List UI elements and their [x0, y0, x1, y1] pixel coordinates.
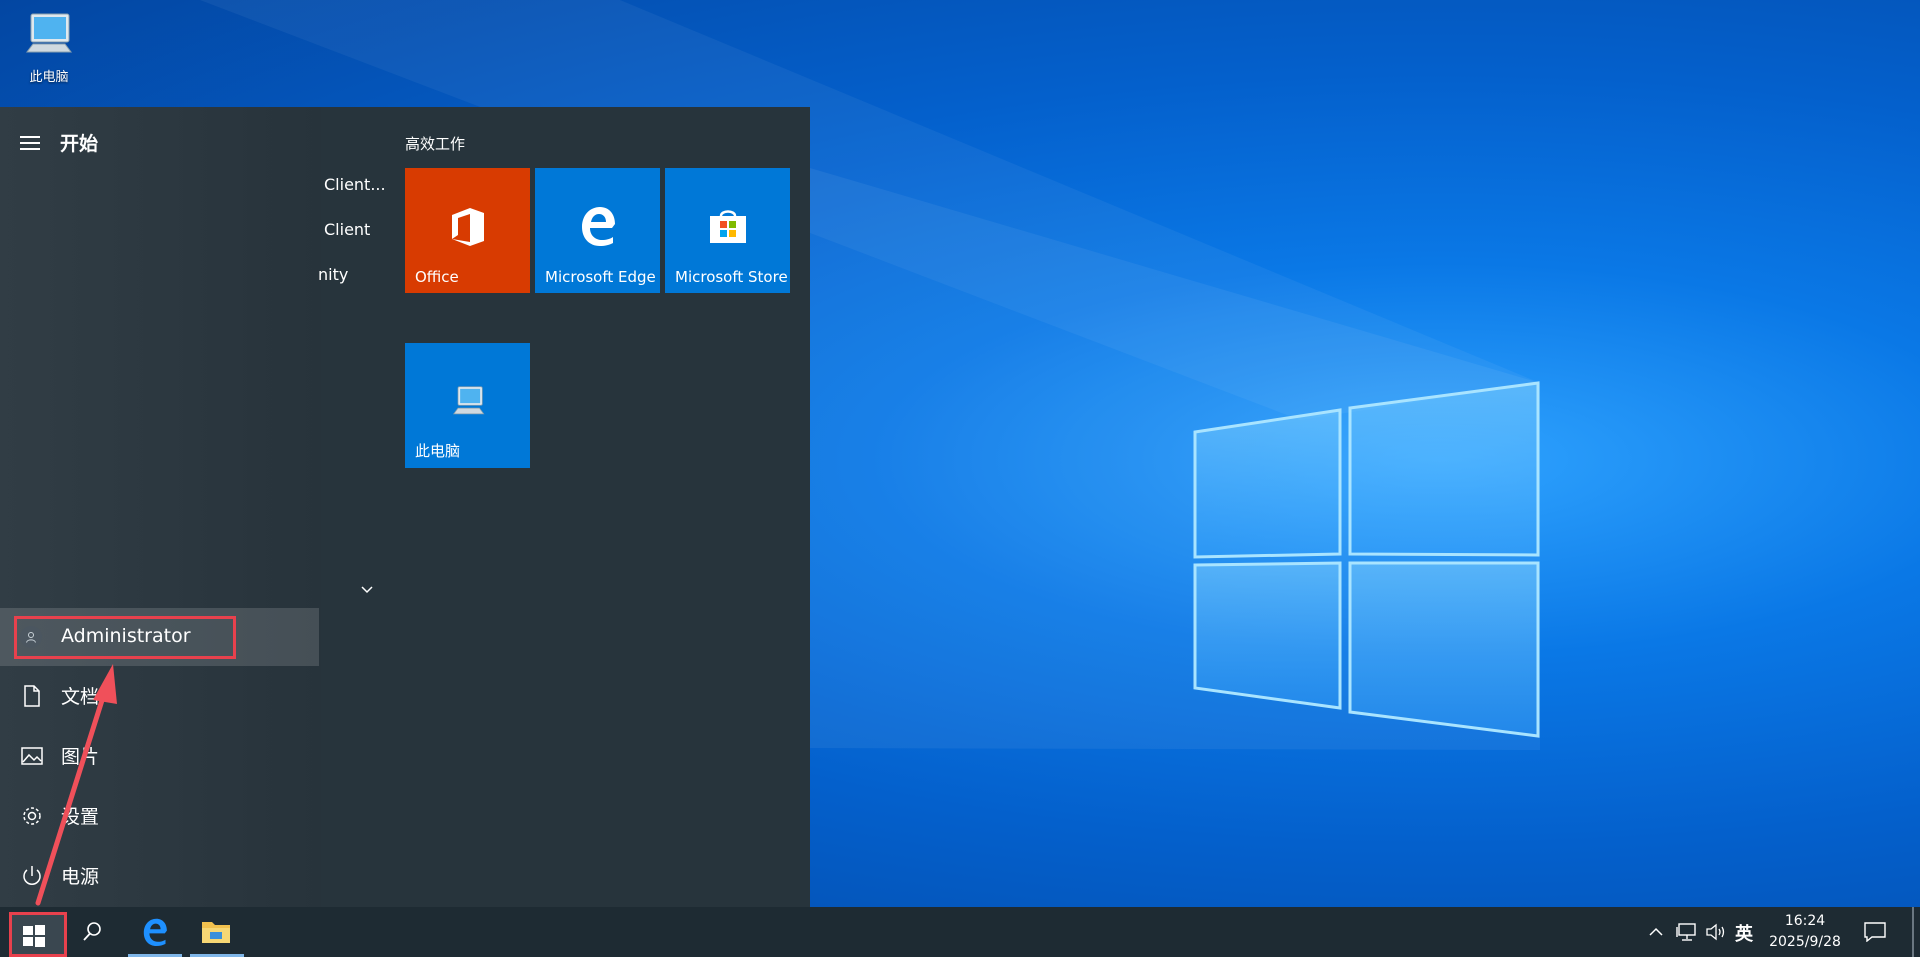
- chevron-down-icon[interactable]: [360, 585, 374, 595]
- clock-date: 2025/9/28: [1769, 934, 1841, 950]
- volume-icon[interactable]: [1705, 922, 1727, 942]
- clock[interactable]: 16:24 2025/9/28: [1768, 911, 1842, 953]
- show-desktop-button[interactable]: [1912, 907, 1914, 957]
- start-item-label: 电源: [61, 866, 100, 888]
- tile-group-title: 高效工作: [405, 135, 466, 153]
- power-icon: [23, 866, 41, 885]
- start-item-label: 设置: [61, 806, 100, 828]
- tile-office[interactable]: Office: [405, 168, 530, 293]
- document-icon: [24, 685, 40, 707]
- hamburger-menu-icon[interactable]: [20, 136, 40, 150]
- taskbar-file-explorer[interactable]: [186, 907, 248, 957]
- tile-microsoft-store[interactable]: Microsoft Store: [665, 168, 790, 293]
- app-list-item[interactable]: nity: [318, 265, 348, 284]
- edge-icon: [582, 207, 615, 246]
- tile-label: Microsoft Edge: [545, 268, 656, 286]
- start-item-settings[interactable]: 设置: [0, 787, 319, 845]
- start-item-documents[interactable]: 文档: [0, 667, 319, 725]
- search-button[interactable]: [62, 907, 124, 957]
- start-menu: 开始 Client... Client nity 高效工作 Office Mic…: [0, 107, 810, 907]
- start-item-label: 文档: [61, 686, 100, 708]
- edge-icon: [143, 918, 167, 946]
- network-icon[interactable]: [1676, 922, 1698, 942]
- office-icon: [452, 208, 484, 246]
- clock-time: 16:24: [1784, 913, 1826, 929]
- store-icon: [710, 210, 746, 243]
- taskbar: 英 16:24 2025/9/28: [0, 907, 1920, 957]
- user-name: Administrator: [61, 625, 191, 647]
- start-menu-title: 开始: [60, 133, 99, 155]
- start-item-pictures[interactable]: 图片: [0, 727, 319, 785]
- taskbar-edge[interactable]: [124, 907, 186, 957]
- ime-indicator[interactable]: 英: [1735, 920, 1753, 946]
- search-icon: [83, 922, 101, 941]
- desktop-icon-this-pc[interactable]: 此电脑: [14, 8, 84, 85]
- tile-label: Office: [415, 268, 459, 286]
- start-item-power[interactable]: 电源: [0, 847, 319, 905]
- gear-icon: [23, 807, 41, 825]
- start-button[interactable]: [9, 912, 67, 957]
- computer-icon: [26, 13, 72, 53]
- computer-icon: [453, 386, 485, 415]
- chevron-up-icon[interactable]: [1648, 926, 1664, 938]
- notification-icon[interactable]: [1864, 922, 1886, 942]
- start-item-label: 图片: [61, 746, 100, 768]
- desktop-icon-label: 此电脑: [29, 70, 69, 85]
- app-list-item[interactable]: Client: [324, 220, 370, 239]
- app-list-item[interactable]: Client...: [324, 175, 386, 194]
- tile-label: Microsoft Store: [675, 268, 788, 286]
- tile-this-pc[interactable]: 此电脑: [405, 343, 530, 468]
- user-icon: [26, 632, 36, 643]
- tile-label: 此电脑: [415, 442, 461, 460]
- folder-icon: [202, 922, 230, 943]
- avatar: [20, 626, 42, 648]
- tile-microsoft-edge[interactable]: Microsoft Edge: [535, 168, 660, 293]
- picture-icon: [21, 747, 43, 765]
- windows-logo-icon: [23, 925, 45, 947]
